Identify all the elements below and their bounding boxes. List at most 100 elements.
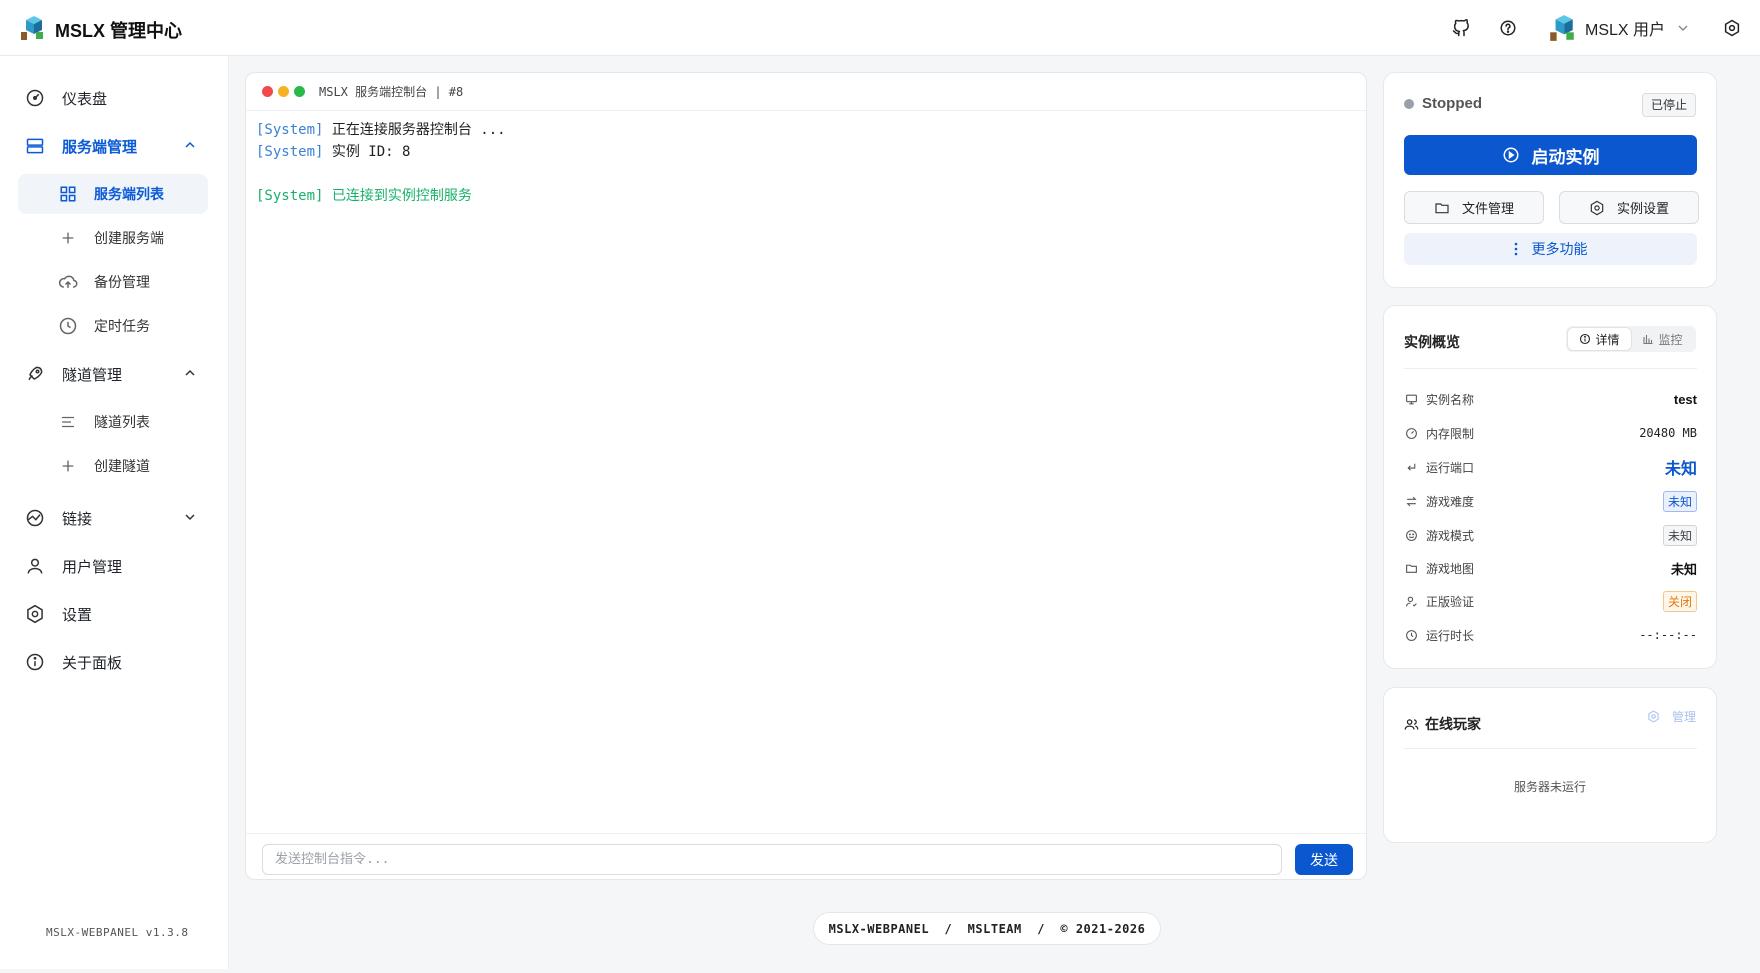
link-globe-icon [24,507,46,529]
chevron-up-icon [185,141,195,148]
port-value[interactable]: 未知 [1665,455,1697,479]
top-header: MSLX 管理中心 MSLX 用户 [0,0,1760,56]
manage-players-button[interactable]: 管理 [1647,708,1696,725]
info-row-auth: 正版验证 关闭 [1404,590,1697,612]
log-tag: [System] [256,188,324,204]
nav-users[interactable]: 用户管理 [14,546,210,586]
send-button[interactable]: 发送 [1295,844,1353,875]
swap-icon [1404,494,1418,508]
log-line: [System] 已连接到实例控制服务 [256,185,1356,207]
gear-icon [1590,200,1604,215]
nav-backup-label: 备份管理 [94,274,150,290]
nav-create-tunnel[interactable]: 创建隧道 [18,446,208,486]
nav-server-management-label: 服务端管理 [62,138,138,156]
console-input-bar: 发送 [246,833,1366,879]
nav-scheduled-tasks[interactable]: 定时任务 [18,306,208,346]
info-icon [24,651,46,673]
github-icon[interactable] [1450,17,1472,39]
info-key: 游戏地图 [1426,561,1475,576]
nav-tunnel-list[interactable]: 隧道列表 [18,402,208,442]
gauge-icon [24,87,46,109]
info-key: 游戏难度 [1426,494,1475,509]
user-name: MSLX 用户 [1585,22,1666,39]
gear-icon [1648,710,1659,723]
nav-links[interactable]: 链接 [14,498,210,538]
user-menu[interactable]: MSLX 用户 [1547,12,1689,44]
enter-arrow-icon [1404,460,1418,474]
nav-create-tunnel-label: 创建隧道 [94,458,150,474]
overview-title: 实例概览 [1404,334,1460,350]
more-functions-label: 更多功能 [1531,241,1588,257]
nav-dashboard[interactable]: 仪表盘 [14,78,210,118]
mslx-logo-icon[interactable] [18,14,46,42]
info-key: 游戏模式 [1426,528,1475,543]
log-text: 实例 ID: 8 [323,144,411,160]
avatar [1550,15,1574,41]
nav-backup[interactable]: 备份管理 [18,262,208,302]
status-badge: 已停止 [1641,93,1696,117]
online-mode-tag: 关闭 [1662,590,1697,612]
more-functions-button[interactable]: 更多功能 [1404,233,1697,265]
difficulty-tag: 未知 [1662,490,1697,512]
log-tag: [System] [256,144,324,160]
log-line: [System] 正在连接服务器控制台 ... [256,119,1356,141]
info-row-mode: 游戏模式 未知 [1404,524,1697,546]
gauge-icon [1404,426,1418,440]
close-dot-icon [262,86,273,97]
info-key: 运行端口 [1426,460,1475,475]
console-title: MSLX 服务端控制台 | #8 [319,85,464,99]
nav-about-label: 关于面板 [62,654,123,672]
gear-icon [24,603,46,625]
info-row-uptime: 运行时长 --:--:-- [1404,624,1697,646]
smile-icon [1404,528,1418,542]
monitor-icon [1404,392,1418,406]
info-key: 内存限制 [1426,426,1475,441]
nav-scheduled-tasks-label: 定时任务 [94,318,150,334]
rocket-icon [24,363,46,385]
log-tag: [System] [256,122,324,138]
info-row-name: 实例名称 test [1404,388,1697,410]
clock-icon [1404,628,1418,642]
log-text: 正在连接服务器控制台 ... [323,122,506,138]
info-icon [1580,333,1591,345]
console-command-input[interactable] [262,844,1282,875]
folder-icon [1404,561,1418,575]
nav-dashboard-label: 仪表盘 [62,90,108,108]
nav-settings[interactable]: 设置 [14,594,210,634]
overview-tab-switch: 详情 监控 [1566,326,1696,352]
nav-server-management[interactable]: 服务端管理 [14,126,210,166]
clock-icon [58,316,78,336]
tab-details[interactable]: 详情 [1568,328,1631,350]
more-vertical-icon [1514,242,1517,256]
log-line: [System] 实例 ID: 8 [256,141,1356,163]
nav-server-list-label: 服务端列表 [94,186,164,202]
start-instance-label: 启动实例 [1531,147,1600,167]
game-mode-tag: 未知 [1662,524,1697,546]
folder-icon [1435,202,1449,213]
nav-create-server[interactable]: 创建服务端 [18,218,208,258]
nav-tunnel-management[interactable]: 隧道管理 [14,354,210,394]
file-management-button[interactable]: 文件管理 [1404,191,1544,224]
instance-settings-button[interactable]: 实例设置 [1559,191,1699,224]
sidebar: 仪表盘 服务端管理 服务端列表 创建服务端 备份管理 定时任务 隧道管理 隧道列… [0,56,229,969]
settings-gear-icon[interactable] [1721,17,1743,39]
start-instance-button[interactable]: 启动实例 [1404,135,1697,175]
minimize-dot-icon [278,86,289,97]
tab-details-label: 详情 [1595,332,1620,347]
nav-about[interactable]: 关于面板 [14,642,210,682]
players-empty-state: 服务器未运行 [1513,780,1586,794]
tab-monitor[interactable]: 监控 [1631,328,1694,350]
nav-links-label: 链接 [62,510,93,528]
help-icon[interactable] [1497,17,1519,39]
server-icon [24,135,46,157]
info-row-map: 游戏地图 未知 [1404,557,1697,579]
game-map-value: 未知 [1670,561,1697,577]
nav-server-list[interactable]: 服务端列表 [18,174,208,214]
online-players-card: 在线玩家 管理 服务器未运行 [1383,687,1717,843]
nav-tunnel-management-label: 隧道管理 [62,366,123,384]
log-text: 已连接到实例控制服务 [323,188,472,204]
info-key: 正版验证 [1426,594,1475,609]
chevron-down-icon [1678,25,1688,31]
nav-tunnel-list-label: 隧道列表 [94,414,150,430]
players-title-row: 在线玩家 [1404,714,1481,734]
